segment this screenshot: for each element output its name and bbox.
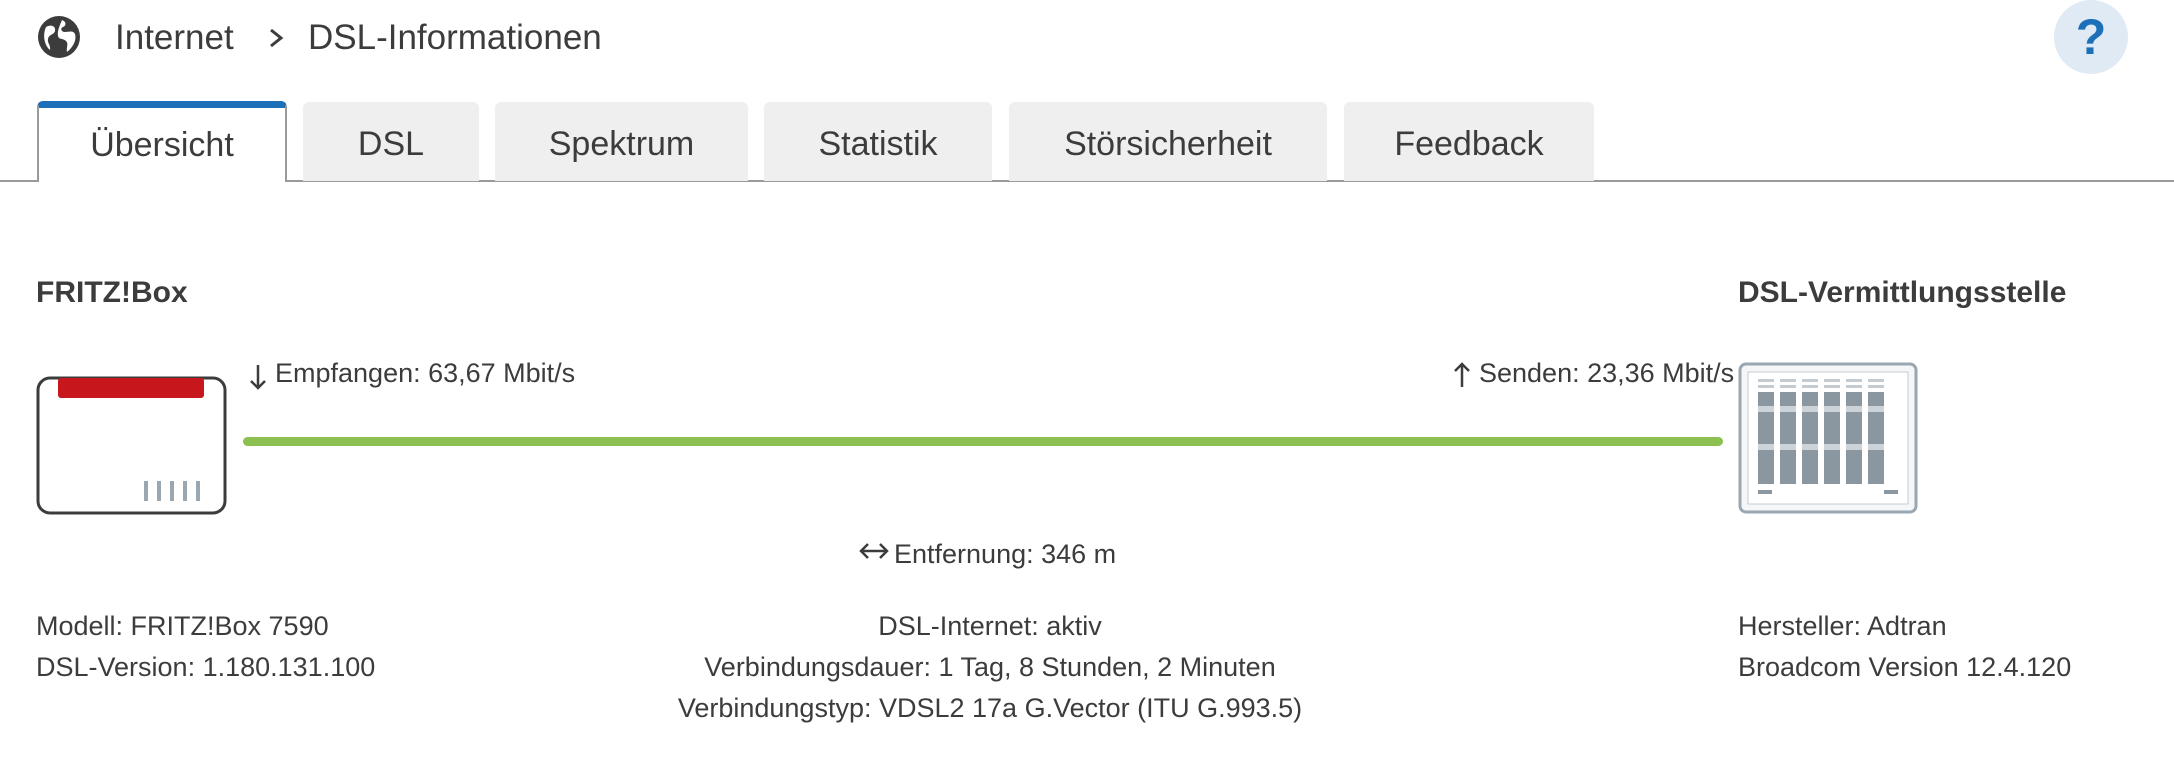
exchange-info: Hersteller: Adtran Broadcom Version 12.4… [1738,606,2071,688]
receive-rate: Empfangen: 63,67 Mbit/s [275,358,576,388]
dsl-exchange-icon [1738,362,1918,514]
tab-uebersicht[interactable]: Übersicht [37,101,287,182]
device-model: Modell: FRITZ!Box 7590 [36,611,329,641]
router-icon [36,376,227,515]
dsl-connection-line [243,437,1723,446]
device-info: Modell: FRITZ!Box 7590 DSL-Version: 1.18… [36,606,375,688]
dsl-internet-status: DSL-Internet: aktiv [878,611,1102,641]
device-dsl-version: DSL-Version: 1.180.131.100 [36,652,376,682]
send-rate: Senden: 23,36 Mbit/s [1479,358,1735,388]
arrow-up-icon [1454,362,1470,387]
breadcrumb-dsl-informationen: DSL-Informationen [308,18,602,57]
tab-stoersicherheit[interactable]: Störsicherheit [1009,102,1327,181]
fritzbox-title: FRITZ!Box [36,276,188,309]
tab-spektrum[interactable]: Spektrum [495,102,748,181]
breadcrumb-internet[interactable]: Internet [115,16,234,60]
tab-feedback[interactable]: Feedback [1344,102,1594,181]
distance-text: Entfernung: 346 m [894,539,1117,569]
arrow-down-icon [250,365,266,390]
exchange-manufacturer: Hersteller: Adtran [1738,611,1947,641]
exchange-version: Broadcom Version 12.4.120 [1738,652,2072,682]
exchange-title: DSL-Vermittlungsstelle [1738,276,2067,309]
connection-type: Verbindungstyp: VDSL2 17a G.Vector (ITU … [677,693,1303,723]
tab-dsl[interactable]: DSL [303,102,479,181]
connection-info: DSL-Internet: aktiv Verbindungsdauer: 1 … [660,606,1320,729]
connection-duration: Verbindungsdauer: 1 Tag, 8 Stunden, 2 Mi… [704,652,1276,682]
dsl-info-page: Internet DSL-Informationen ? Übersicht D… [0,0,2174,775]
help-button[interactable]: ? [2054,0,2128,74]
chevron-right-icon [270,28,284,48]
double-arrow-icon [859,543,889,559]
globe-icon [38,16,80,58]
tab-statistik[interactable]: Statistik [764,102,992,181]
